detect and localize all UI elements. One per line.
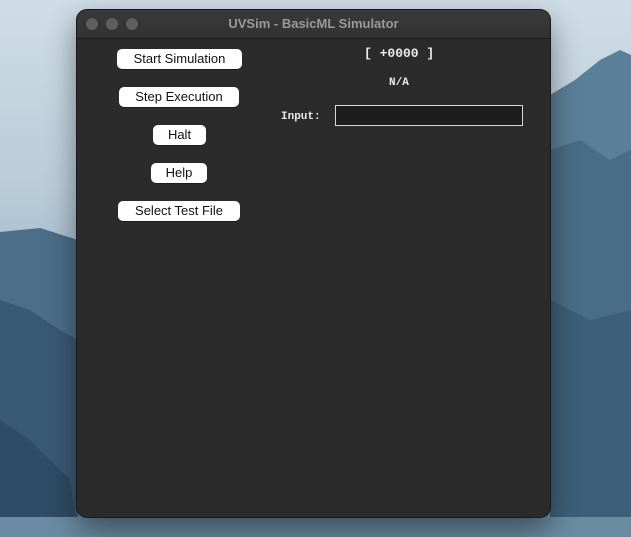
simulator-panel: Start Simulation Step Execution Halt Hel… xyxy=(77,39,550,517)
input-field[interactable] xyxy=(335,105,523,126)
status-text: N/A xyxy=(389,77,409,89)
desktop-background: UVSim - BasicML Simulator Start Simulati… xyxy=(0,0,631,537)
start-simulation-button[interactable]: Start Simulation xyxy=(117,49,242,69)
select-test-file-button[interactable]: Select Test File xyxy=(118,201,240,221)
halt-button[interactable]: Halt xyxy=(153,125,206,145)
accumulator-display: [ +0000 ] xyxy=(364,46,435,61)
app-window: UVSim - BasicML Simulator Start Simulati… xyxy=(77,10,550,517)
window-title: UVSim - BasicML Simulator xyxy=(228,16,399,31)
step-execution-button[interactable]: Step Execution xyxy=(119,87,239,107)
title-bar[interactable]: UVSim - BasicML Simulator xyxy=(77,10,550,39)
help-button[interactable]: Help xyxy=(151,163,207,183)
input-label: Input: xyxy=(281,111,321,123)
